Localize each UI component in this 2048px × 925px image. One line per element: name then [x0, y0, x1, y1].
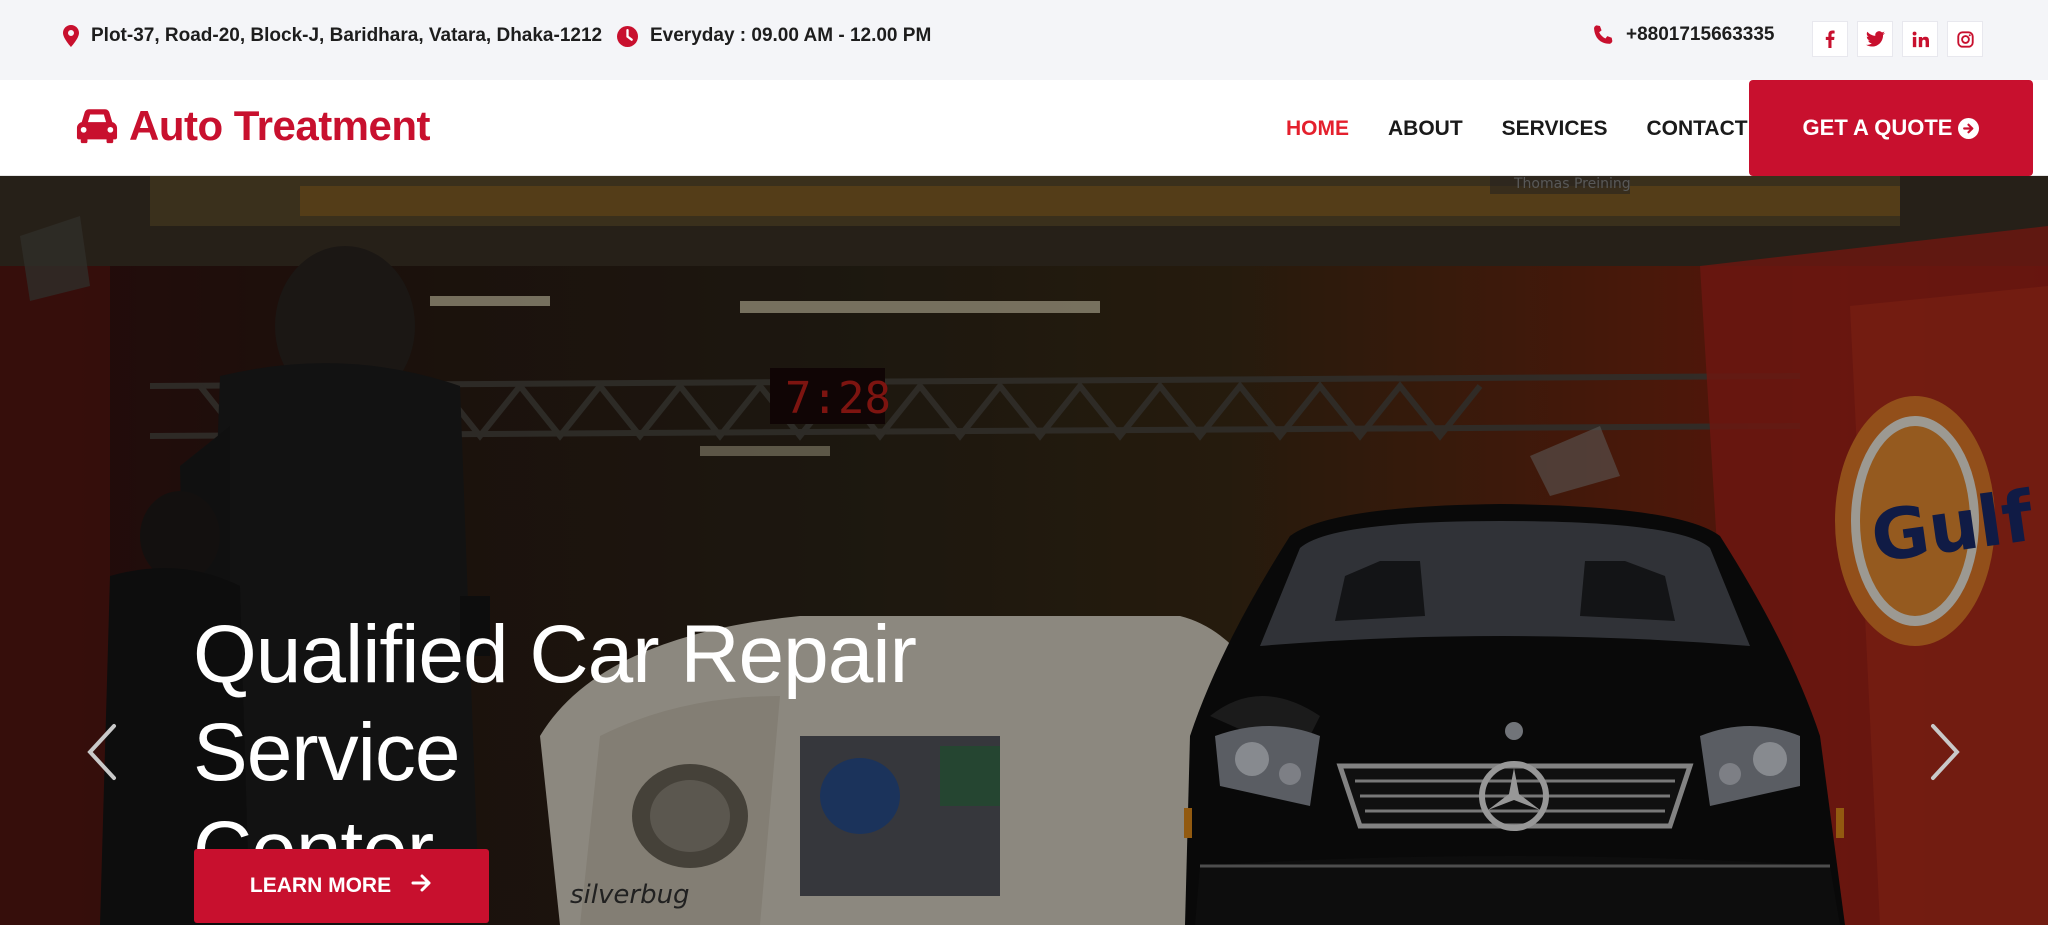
- linkedin-button[interactable]: [1902, 21, 1938, 57]
- arrow-circle-right-icon: [1958, 117, 1980, 139]
- facebook-icon: [1825, 30, 1835, 48]
- facebook-button[interactable]: [1812, 21, 1848, 57]
- main-navbar: Auto Treatment HOME ABOUT SERVICES CONTA…: [0, 80, 2048, 176]
- hours-info: Everyday : 09.00 AM - 12.00 PM: [617, 25, 931, 47]
- nav-services[interactable]: SERVICES: [1502, 117, 1608, 141]
- social-links: [1812, 21, 1983, 57]
- clock-icon: [617, 25, 638, 47]
- address-info: Plot-37, Road-20, Block-J, Baridhara, Va…: [63, 25, 602, 47]
- car-icon: [76, 109, 118, 144]
- hours-text: Everyday : 09.00 AM - 12.00 PM: [650, 25, 932, 46]
- phone-link[interactable]: +8801715663335: [1592, 24, 1774, 46]
- phone-text: +8801715663335: [1626, 24, 1775, 45]
- brand-logo[interactable]: Auto Treatment: [76, 102, 431, 150]
- main-nav: HOME ABOUT SERVICES CONTACT: [1286, 117, 1787, 141]
- phone-icon: [1594, 25, 1613, 44]
- nav-home[interactable]: HOME: [1286, 117, 1349, 141]
- quote-button-label: GET A QUOTE: [1802, 115, 1953, 140]
- nav-contact[interactable]: CONTACT: [1647, 117, 1748, 141]
- address-text: Plot-37, Road-20, Block-J, Baridhara, Va…: [91, 25, 603, 46]
- hero-slider: Gulf Thomas Preining 7:28 silverbug Qual…: [0, 176, 2048, 925]
- map-pin-icon: [63, 25, 79, 47]
- instagram-button[interactable]: [1947, 21, 1983, 57]
- twitter-icon: [1865, 31, 1885, 47]
- carousel-prev-button[interactable]: [82, 722, 122, 782]
- brand-name: Auto Treatment: [129, 102, 431, 149]
- hero-title-line-1: Qualified Car Repair Service: [193, 609, 917, 798]
- chevron-right-icon: [1931, 724, 1960, 780]
- nav-about[interactable]: ABOUT: [1388, 117, 1463, 141]
- learn-more-label: LEARN MORE: [249, 874, 392, 897]
- learn-more-button[interactable]: LEARN MORE: [194, 849, 489, 923]
- twitter-button[interactable]: [1857, 21, 1893, 57]
- carousel-next-button[interactable]: [1925, 722, 1965, 782]
- arrow-right-icon: [411, 872, 433, 900]
- linkedin-icon: [1912, 31, 1929, 47]
- chevron-left-icon: [87, 724, 116, 780]
- instagram-icon: [1956, 30, 1974, 48]
- top-bar: Plot-37, Road-20, Block-J, Baridhara, Va…: [0, 0, 2048, 80]
- get-a-quote-button[interactable]: GET A QUOTE: [1749, 80, 2033, 176]
